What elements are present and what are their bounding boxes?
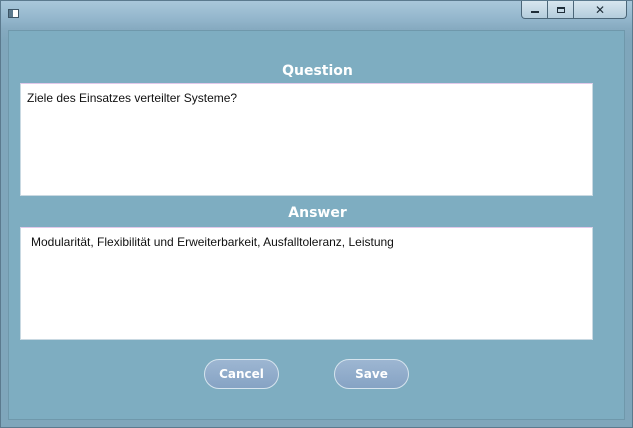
question-field[interactable]: Ziele des Einsatzes verteilter Systeme?: [20, 83, 593, 196]
app-window-icon[interactable]: [8, 9, 19, 18]
minimize-icon: [530, 11, 539, 13]
question-label: Question: [282, 63, 353, 79]
close-icon: ✕: [594, 2, 606, 17]
save-button[interactable]: Save: [334, 359, 409, 389]
caption-buttons: ✕: [521, 1, 627, 20]
answer-label: Answer: [288, 205, 347, 221]
dialog-window: ✕ Question Ziele des Einsatzes verteilte…: [0, 0, 633, 428]
cancel-button[interactable]: Cancel: [204, 359, 279, 389]
minimize-button[interactable]: [521, 1, 548, 19]
maximize-icon: [556, 6, 565, 13]
maximize-button[interactable]: [548, 1, 574, 19]
title-bar[interactable]: ✕: [1, 1, 632, 29]
form-panel: Question Ziele des Einsatzes verteilter …: [8, 30, 625, 420]
close-button[interactable]: ✕: [574, 1, 627, 19]
answer-field[interactable]: Modularität, Flexibilität und Erweiterba…: [20, 227, 593, 340]
